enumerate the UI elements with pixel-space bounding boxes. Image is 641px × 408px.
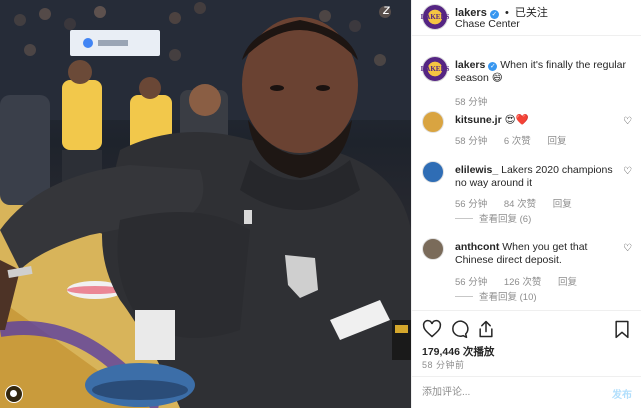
view-count[interactable]: 179,446 次播放 [422, 344, 494, 359]
comment-icon[interactable] [449, 319, 469, 339]
post-actions: 179,446 次播放 58 分钟前 [412, 310, 641, 380]
reply-button[interactable]: 回复 [553, 199, 572, 210]
comment-meta: 58 分钟 6 次赞 回复 [455, 133, 580, 147]
comment-meta: 56 分钟 84 次赞 回复 [455, 196, 586, 210]
caption-timestamp: 58 分钟 [455, 97, 488, 108]
lakers-avatar[interactable]: LAKERS [420, 4, 450, 30]
comment-likes[interactable]: 84 次赞 [504, 199, 536, 210]
caption-avatar[interactable]: LAKERS [420, 56, 450, 82]
avatar-logo-text: LAKERS [420, 13, 450, 21]
like-comment-heart-icon[interactable]: ♡ [623, 166, 632, 177]
caption-username[interactable]: lakers [455, 59, 485, 71]
comment-username[interactable]: elilewis_ [455, 164, 498, 176]
commenter-avatar[interactable] [422, 238, 444, 260]
post-comment-button[interactable]: 发布 [612, 386, 632, 401]
caption-emoji: 😄 [491, 72, 503, 84]
comment-time: 58 分钟 [455, 136, 488, 147]
commenter-avatar[interactable] [422, 161, 444, 183]
reply-button[interactable]: 回复 [547, 136, 566, 147]
heart-icon[interactable] [422, 319, 442, 339]
add-comment-bar: 发布 [412, 376, 641, 408]
svg-text:z: z [382, 1, 390, 17]
comment-body: anthcont When you get that Chinese direc… [455, 241, 615, 267]
comment-likes[interactable]: 6 次赞 [504, 136, 531, 147]
comment-body: elilewis_ Lakers 2020 champions no way a… [455, 164, 615, 190]
post-header: LAKERS lakers ✓ • 已关注 Chase Center [412, 0, 641, 36]
post-timestamp: 58 分钟前 [422, 360, 465, 370]
comment-likes[interactable]: 126 次赞 [504, 277, 542, 288]
location-link[interactable]: Chase Center [455, 18, 520, 30]
view-replies-button[interactable]: 查看回复 (10) [455, 289, 537, 303]
post-caption: lakers ✓ When it's finally the regular s… [455, 59, 635, 85]
like-comment-heart-icon[interactable]: ♡ [623, 116, 632, 127]
caption-avatar-logo-text: LAKERS [420, 65, 450, 73]
comment-text: 😍❤️ [504, 114, 529, 126]
reply-button[interactable]: 回复 [558, 277, 577, 288]
comment-body: kitsune.jr 😍❤️ [455, 114, 615, 127]
comment-meta: 56 分钟 126 次赞 回复 [455, 274, 591, 288]
like-comment-heart-icon[interactable]: ♡ [623, 243, 632, 254]
share-icon[interactable] [476, 319, 496, 339]
post-sidebar: LAKERS lakers ✓ • 已关注 Chase Center LAKER… [411, 0, 641, 408]
comment-username[interactable]: anthcont [455, 241, 499, 253]
video-user-tag-icon[interactable] [5, 385, 23, 403]
bookmark-icon[interactable] [612, 319, 632, 339]
post-video[interactable]: z [0, 0, 411, 408]
commenter-avatar[interactable] [422, 111, 444, 133]
video-frame: z [0, 0, 411, 408]
comment-input[interactable] [422, 384, 592, 400]
comment-time: 56 分钟 [455, 199, 488, 210]
comment-time: 56 分钟 [455, 277, 488, 288]
caption-verified-badge-icon: ✓ [488, 62, 498, 71]
view-replies-button[interactable]: 查看回复 (6) [455, 211, 531, 225]
comment-username[interactable]: kitsune.jr [455, 114, 502, 126]
